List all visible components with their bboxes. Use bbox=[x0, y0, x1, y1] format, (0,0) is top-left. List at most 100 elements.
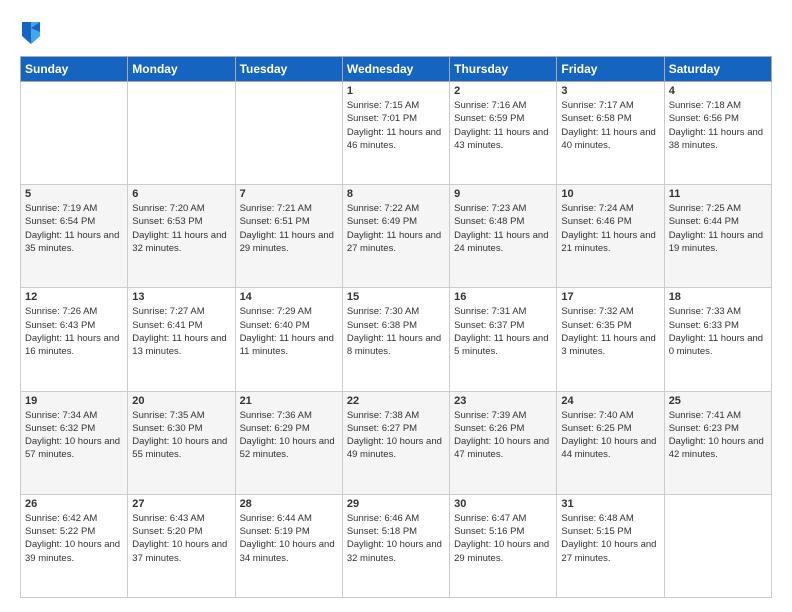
calendar-header-row: SundayMondayTuesdayWednesdayThursdayFrid… bbox=[21, 57, 772, 82]
day-info: Sunrise: 7:38 AMSunset: 6:27 PMDaylight:… bbox=[347, 409, 445, 462]
calendar-day-31: 31 Sunrise: 6:48 AMSunset: 5:15 PMDayligh… bbox=[557, 494, 664, 597]
calendar-week-2: 5 Sunrise: 7:19 AMSunset: 6:54 PMDaylight… bbox=[21, 185, 772, 288]
day-info: Sunrise: 7:23 AMSunset: 6:48 PMDaylight:… bbox=[454, 202, 552, 255]
day-number: 1 bbox=[347, 85, 445, 97]
day-info: Sunrise: 7:27 AMSunset: 6:41 PMDaylight:… bbox=[132, 305, 230, 358]
day-info: Sunrise: 6:42 AMSunset: 5:22 PMDaylight:… bbox=[25, 512, 123, 565]
day-number: 25 bbox=[669, 395, 767, 407]
day-number: 24 bbox=[561, 395, 659, 407]
calendar-day-5: 5 Sunrise: 7:19 AMSunset: 6:54 PMDaylight… bbox=[21, 185, 128, 288]
day-info: Sunrise: 7:29 AMSunset: 6:40 PMDaylight:… bbox=[240, 305, 338, 358]
day-header-tuesday: Tuesday bbox=[235, 57, 342, 82]
day-number: 6 bbox=[132, 188, 230, 200]
day-info: Sunrise: 6:48 AMSunset: 5:15 PMDaylight:… bbox=[561, 512, 659, 565]
day-number: 4 bbox=[669, 85, 767, 97]
calendar-day-21: 21 Sunrise: 7:36 AMSunset: 6:29 PMDayligh… bbox=[235, 391, 342, 494]
day-number: 22 bbox=[347, 395, 445, 407]
calendar-day-17: 17 Sunrise: 7:32 AMSunset: 6:35 PMDayligh… bbox=[557, 288, 664, 391]
calendar-day-8: 8 Sunrise: 7:22 AMSunset: 6:49 PMDaylight… bbox=[342, 185, 449, 288]
day-info: Sunrise: 7:22 AMSunset: 6:49 PMDaylight:… bbox=[347, 202, 445, 255]
day-info: Sunrise: 7:41 AMSunset: 6:23 PMDaylight:… bbox=[669, 409, 767, 462]
calendar-day-7: 7 Sunrise: 7:21 AMSunset: 6:51 PMDaylight… bbox=[235, 185, 342, 288]
calendar-day-2: 2 Sunrise: 7:16 AMSunset: 6:59 PMDaylight… bbox=[450, 82, 557, 185]
calendar-day-18: 18 Sunrise: 7:33 AMSunset: 6:33 PMDayligh… bbox=[664, 288, 771, 391]
logo-icon bbox=[20, 18, 42, 46]
day-number: 16 bbox=[454, 291, 552, 303]
page: SundayMondayTuesdayWednesdayThursdayFrid… bbox=[0, 0, 792, 612]
calendar-day-14: 14 Sunrise: 7:29 AMSunset: 6:40 PMDayligh… bbox=[235, 288, 342, 391]
day-number: 18 bbox=[669, 291, 767, 303]
calendar-day-4: 4 Sunrise: 7:18 AMSunset: 6:56 PMDaylight… bbox=[664, 82, 771, 185]
day-info: Sunrise: 7:19 AMSunset: 6:54 PMDaylight:… bbox=[25, 202, 123, 255]
day-header-monday: Monday bbox=[128, 57, 235, 82]
calendar-day-16: 16 Sunrise: 7:31 AMSunset: 6:37 PMDayligh… bbox=[450, 288, 557, 391]
day-info: Sunrise: 7:21 AMSunset: 6:51 PMDaylight:… bbox=[240, 202, 338, 255]
day-number: 21 bbox=[240, 395, 338, 407]
calendar-week-5: 26Sunrise: 6:42 AMSunset: 5:22 PMDayligh… bbox=[21, 494, 772, 597]
day-info: Sunrise: 7:34 AMSunset: 6:32 PMDaylight:… bbox=[25, 409, 123, 462]
calendar-day-empty bbox=[128, 82, 235, 185]
calendar-day-27: 27 Sunrise: 6:43 AMSunset: 5:20 PMDayligh… bbox=[128, 494, 235, 597]
calendar-day-6: 6 Sunrise: 7:20 AMSunset: 6:53 PMDaylight… bbox=[128, 185, 235, 288]
calendar-day-30: 30 Sunrise: 6:47 AMSunset: 5:16 PMDayligh… bbox=[450, 494, 557, 597]
day-number: 23 bbox=[454, 395, 552, 407]
day-info: Sunrise: 7:26 AMSunset: 6:43 PMDaylight:… bbox=[25, 305, 123, 358]
calendar-day-25: 25 Sunrise: 7:41 AMSunset: 6:23 PMDayligh… bbox=[664, 391, 771, 494]
day-number: 7 bbox=[240, 188, 338, 200]
calendar-day-13: 13 Sunrise: 7:27 AMSunset: 6:41 PMDayligh… bbox=[128, 288, 235, 391]
day-number: 30 bbox=[454, 498, 552, 510]
header bbox=[20, 18, 772, 46]
day-number: 12 bbox=[25, 291, 123, 303]
calendar-day-26: 26Sunrise: 6:42 AMSunset: 5:22 PMDayligh… bbox=[21, 494, 128, 597]
day-header-friday: Friday bbox=[557, 57, 664, 82]
day-number: 15 bbox=[347, 291, 445, 303]
calendar-day-12: 12 Sunrise: 7:26 AMSunset: 6:43 PMDayligh… bbox=[21, 288, 128, 391]
day-number: 27 bbox=[132, 498, 230, 510]
calendar-day-empty bbox=[664, 494, 771, 597]
day-number: 28 bbox=[240, 498, 338, 510]
calendar-day-24: 24Sunrise: 7:40 AMSunset: 6:25 PMDayligh… bbox=[557, 391, 664, 494]
day-number: 2 bbox=[454, 85, 552, 97]
day-number: 20 bbox=[132, 395, 230, 407]
calendar-day-empty bbox=[235, 82, 342, 185]
day-number: 19 bbox=[25, 395, 123, 407]
day-number: 14 bbox=[240, 291, 338, 303]
calendar-week-1: 1Sunrise: 7:15 AMSunset: 7:01 PMDaylight… bbox=[21, 82, 772, 185]
day-info: Sunrise: 7:31 AMSunset: 6:37 PMDaylight:… bbox=[454, 305, 552, 358]
day-info: Sunrise: 6:44 AMSunset: 5:19 PMDaylight:… bbox=[240, 512, 338, 565]
day-number: 17 bbox=[561, 291, 659, 303]
day-info: Sunrise: 7:33 AMSunset: 6:33 PMDaylight:… bbox=[669, 305, 767, 358]
day-header-sunday: Sunday bbox=[21, 57, 128, 82]
day-info: Sunrise: 6:46 AMSunset: 5:18 PMDaylight:… bbox=[347, 512, 445, 565]
calendar-week-3: 12 Sunrise: 7:26 AMSunset: 6:43 PMDayligh… bbox=[21, 288, 772, 391]
day-number: 31 bbox=[561, 498, 659, 510]
day-info: Sunrise: 7:25 AMSunset: 6:44 PMDaylight:… bbox=[669, 202, 767, 255]
calendar-day-29: 29Sunrise: 6:46 AMSunset: 5:18 PMDayligh… bbox=[342, 494, 449, 597]
calendar-day-11: 11Sunrise: 7:25 AMSunset: 6:44 PMDayligh… bbox=[664, 185, 771, 288]
calendar-day-23: 23 Sunrise: 7:39 AMSunset: 6:26 PMDayligh… bbox=[450, 391, 557, 494]
day-info: Sunrise: 7:32 AMSunset: 6:35 PMDaylight:… bbox=[561, 305, 659, 358]
day-info: Sunrise: 7:16 AMSunset: 6:59 PMDaylight:… bbox=[454, 99, 552, 152]
day-number: 13 bbox=[132, 291, 230, 303]
logo bbox=[20, 18, 44, 46]
day-info: Sunrise: 7:35 AMSunset: 6:30 PMDaylight:… bbox=[132, 409, 230, 462]
calendar-day-empty bbox=[21, 82, 128, 185]
day-info: Sunrise: 7:18 AMSunset: 6:56 PMDaylight:… bbox=[669, 99, 767, 152]
calendar-day-3: 3 Sunrise: 7:17 AMSunset: 6:58 PMDaylight… bbox=[557, 82, 664, 185]
day-number: 8 bbox=[347, 188, 445, 200]
calendar-day-15: 15 Sunrise: 7:30 AMSunset: 6:38 PMDayligh… bbox=[342, 288, 449, 391]
day-info: Sunrise: 6:47 AMSunset: 5:16 PMDaylight:… bbox=[454, 512, 552, 565]
calendar-day-1: 1Sunrise: 7:15 AMSunset: 7:01 PMDaylight… bbox=[342, 82, 449, 185]
day-info: Sunrise: 7:20 AMSunset: 6:53 PMDaylight:… bbox=[132, 202, 230, 255]
day-info: Sunrise: 6:43 AMSunset: 5:20 PMDaylight:… bbox=[132, 512, 230, 565]
calendar-day-19: 19 Sunrise: 7:34 AMSunset: 6:32 PMDayligh… bbox=[21, 391, 128, 494]
day-info: Sunrise: 7:24 AMSunset: 6:46 PMDaylight:… bbox=[561, 202, 659, 255]
day-number: 10 bbox=[561, 188, 659, 200]
day-info: Sunrise: 7:30 AMSunset: 6:38 PMDaylight:… bbox=[347, 305, 445, 358]
calendar-day-22: 22 Sunrise: 7:38 AMSunset: 6:27 PMDayligh… bbox=[342, 391, 449, 494]
day-number: 5 bbox=[25, 188, 123, 200]
day-info: Sunrise: 7:36 AMSunset: 6:29 PMDaylight:… bbox=[240, 409, 338, 462]
day-number: 3 bbox=[561, 85, 659, 97]
day-info: Sunrise: 7:39 AMSunset: 6:26 PMDaylight:… bbox=[454, 409, 552, 462]
day-info: Sunrise: 7:17 AMSunset: 6:58 PMDaylight:… bbox=[561, 99, 659, 152]
